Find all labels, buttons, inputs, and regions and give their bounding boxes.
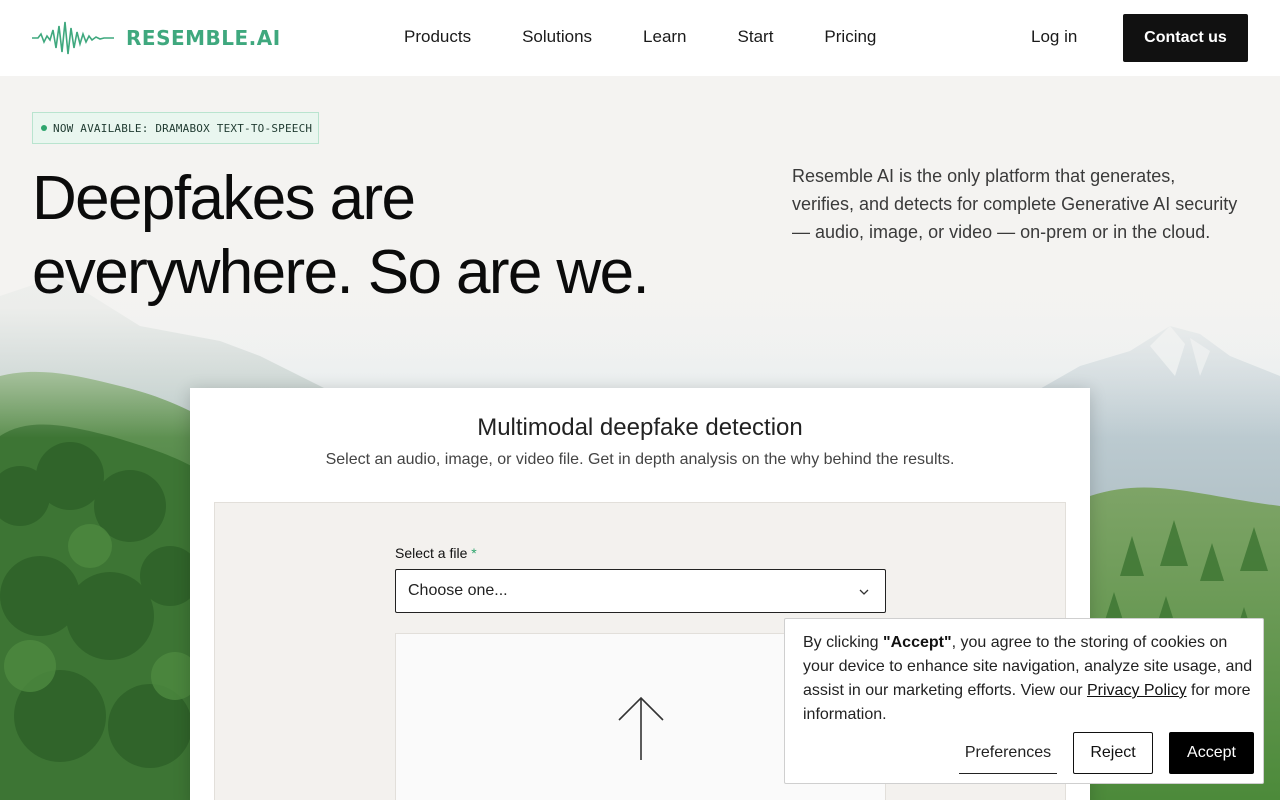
card-subtitle: Select an audio, image, or video file. G…	[325, 451, 955, 468]
announcement-badge[interactable]: NOW AVAILABLE: DRAMABOX TEXT-TO-SPEECH	[32, 112, 320, 144]
waveform-logo-icon	[32, 21, 114, 55]
privacy-policy-link[interactable]: Privacy Policy	[1087, 682, 1187, 699]
chevron-down-icon	[859, 589, 869, 595]
cookie-consent-text: By clicking "Accept", you agree to the s…	[803, 631, 1255, 727]
cookie-reject-button[interactable]: Reject	[1073, 732, 1153, 774]
site-header: RESEMBLE.AI Products Solutions Learn Sta…	[0, 0, 1280, 76]
cookie-accept-quote: "Accept"	[883, 634, 952, 651]
nav-item-learn[interactable]: Learn	[643, 27, 686, 47]
login-link[interactable]: Log in	[1031, 27, 1077, 47]
contact-us-button[interactable]: Contact us	[1123, 14, 1248, 62]
card-title: Multimodal deepfake detection	[477, 414, 803, 441]
cookie-accept-button[interactable]: Accept	[1169, 732, 1254, 774]
required-mark: *	[471, 545, 477, 561]
cookie-text-prefix: By clicking	[803, 634, 884, 651]
cookie-consent-banner: By clicking "Accept", you agree to the s…	[784, 618, 1264, 784]
file-type-select[interactable]: Choose one...	[395, 569, 886, 613]
logo-text: RESEMBLE.AI	[126, 26, 281, 50]
status-dot-icon	[41, 125, 47, 131]
nav-item-products[interactable]: Products	[404, 27, 471, 47]
nav-item-pricing[interactable]: Pricing	[824, 27, 876, 47]
logo-link[interactable]: RESEMBLE.AI	[32, 18, 281, 58]
select-file-label-text: Select a file	[395, 545, 468, 561]
nav-item-solutions[interactable]: Solutions	[522, 27, 592, 47]
upload-arrow-icon	[618, 696, 664, 760]
hero-title: Deepfakes are everywhere. So are we.	[32, 164, 650, 307]
main-nav: Products Solutions Learn Start Pricing	[404, 27, 927, 47]
announcement-text: NOW AVAILABLE: DRAMABOX TEXT-TO-SPEECH	[53, 121, 313, 135]
nav-item-start[interactable]: Start	[738, 27, 774, 47]
file-type-select-value: Choose one...	[408, 582, 508, 599]
select-file-label: Select a file *	[395, 545, 477, 561]
hero-description: Resemble AI is the only platform that ge…	[792, 166, 1238, 242]
cookie-preferences-button[interactable]: Preferences	[959, 732, 1057, 774]
